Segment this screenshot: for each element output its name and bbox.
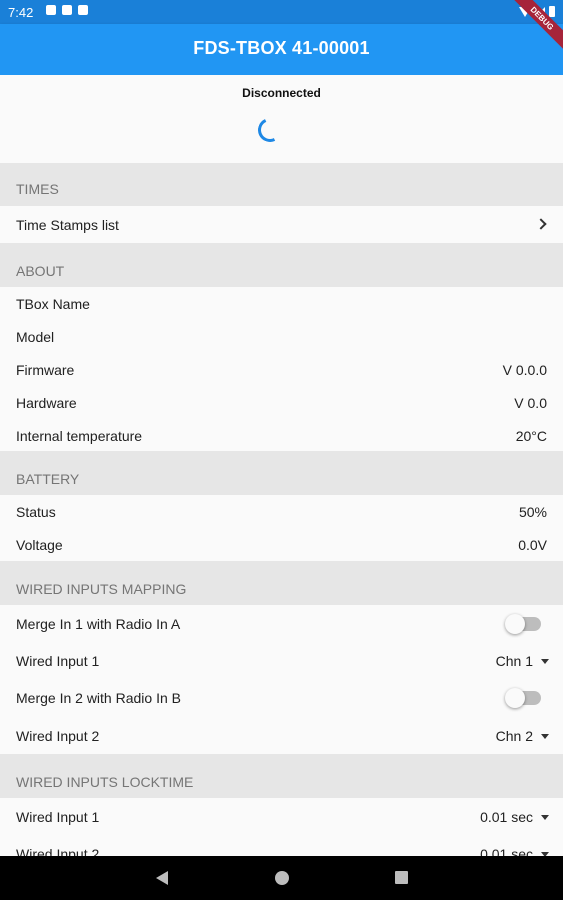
row-label: Merge In 1 with Radio In A: [16, 616, 181, 632]
row-value: V 0.0.0: [502, 362, 547, 378]
section-header-times: TIMES: [0, 163, 563, 206]
about-row-hardware: Hardware V 0.0: [0, 386, 563, 419]
row-label: Hardware: [16, 395, 77, 411]
about-row-firmware: Firmware V 0.0.0: [0, 353, 563, 386]
about-row-internal-temperature: Internal temperature 20°C: [0, 419, 563, 451]
notification-icon: [46, 5, 56, 15]
row-label: Wired Input 1: [16, 809, 100, 825]
battery-row-status: Status 50%: [0, 495, 563, 528]
row-label: Time Stamps list: [16, 217, 119, 233]
merge-in-1-toggle[interactable]: [505, 614, 541, 634]
section-header-battery: BATTERY: [0, 451, 563, 495]
row-label: Internal temperature: [16, 428, 143, 444]
row-value: V 0.0: [514, 395, 547, 411]
connection-panel: Disconnected: [0, 75, 563, 163]
notification-icon: [62, 5, 72, 15]
row-value: 0.0V: [518, 537, 547, 553]
row-label: Wired Input 1: [16, 653, 100, 669]
wired-input-1-channel-dropdown[interactable]: Chn 1: [496, 653, 549, 669]
toggle-thumb: [505, 614, 525, 634]
loading-spinner-icon: [254, 114, 286, 146]
chevron-right-icon: [535, 218, 547, 230]
section-title: BATTERY: [16, 471, 80, 487]
row-label: Wired Input 2: [16, 728, 100, 744]
app-bar: FDS-TBOX 41-00001: [0, 24, 563, 75]
row-label: Voltage: [16, 537, 63, 553]
time-stamps-list-item[interactable]: Time Stamps list: [0, 206, 563, 243]
row-label: TBox Name: [16, 296, 90, 312]
dropdown-value: Chn 1: [495, 653, 533, 669]
status-bar: 7:42: [0, 0, 563, 24]
row-label: Model: [16, 329, 55, 345]
section-title: TIMES: [16, 181, 59, 197]
notification-icons: [46, 5, 88, 15]
section-title: WIRED INPUTS MAPPING: [16, 581, 187, 597]
page-title: FDS-TBOX 41-00001: [193, 38, 370, 58]
back-icon[interactable]: [156, 871, 168, 885]
wired-input-1-mapping-row: Wired Input 1 Chn 1: [0, 642, 563, 679]
dropdown-arrow-icon: [541, 733, 549, 739]
dropdown-value: Chn 2: [495, 728, 533, 744]
row-value: 20°C: [515, 428, 547, 444]
debug-banner-container: DEBUG: [503, 0, 563, 60]
row-value: 50%: [518, 504, 547, 520]
locktime-wired-input-1-dropdown[interactable]: 0.01 sec: [480, 809, 549, 825]
section-header-wired-inputs-locktime: WIRED INPUTS LOCKTIME: [0, 754, 563, 798]
row-label: Status: [16, 504, 56, 520]
sd-card-icon: [78, 5, 88, 15]
dropdown-arrow-icon: [541, 658, 549, 664]
row-label: Merge In 2 with Radio In B: [16, 690, 181, 706]
navigation-bar: [0, 856, 563, 900]
debug-banner: DEBUG: [506, 0, 563, 54]
status-time: 7:42: [8, 5, 34, 20]
wired-input-2-mapping-row: Wired Input 2 Chn 2: [0, 717, 563, 754]
connection-status: Disconnected: [242, 86, 321, 100]
row-label: Firmware: [16, 362, 75, 378]
locktime-wired-input-1-row: Wired Input 1 0.01 sec: [0, 798, 563, 835]
dropdown-value: 0.01 sec: [480, 809, 533, 825]
about-row-tbox-name: TBox Name: [0, 287, 563, 320]
toggle-thumb: [505, 688, 525, 708]
merge-in-1-row: Merge In 1 with Radio In A: [0, 605, 563, 642]
wired-input-2-channel-dropdown[interactable]: Chn 2: [496, 728, 549, 744]
section-header-wired-inputs-mapping: WIRED INPUTS MAPPING: [0, 561, 563, 605]
battery-row-voltage: Voltage 0.0V: [0, 528, 563, 561]
recents-icon[interactable]: [395, 871, 408, 884]
section-header-about: ABOUT: [0, 243, 563, 287]
home-icon[interactable]: [275, 871, 289, 885]
dropdown-arrow-icon: [541, 814, 549, 820]
merge-in-2-row: Merge In 2 with Radio In B: [0, 679, 563, 717]
about-row-model: Model: [0, 320, 563, 353]
section-title: ABOUT: [16, 263, 65, 279]
merge-in-2-toggle[interactable]: [505, 688, 541, 708]
section-title: WIRED INPUTS LOCKTIME: [16, 774, 194, 790]
